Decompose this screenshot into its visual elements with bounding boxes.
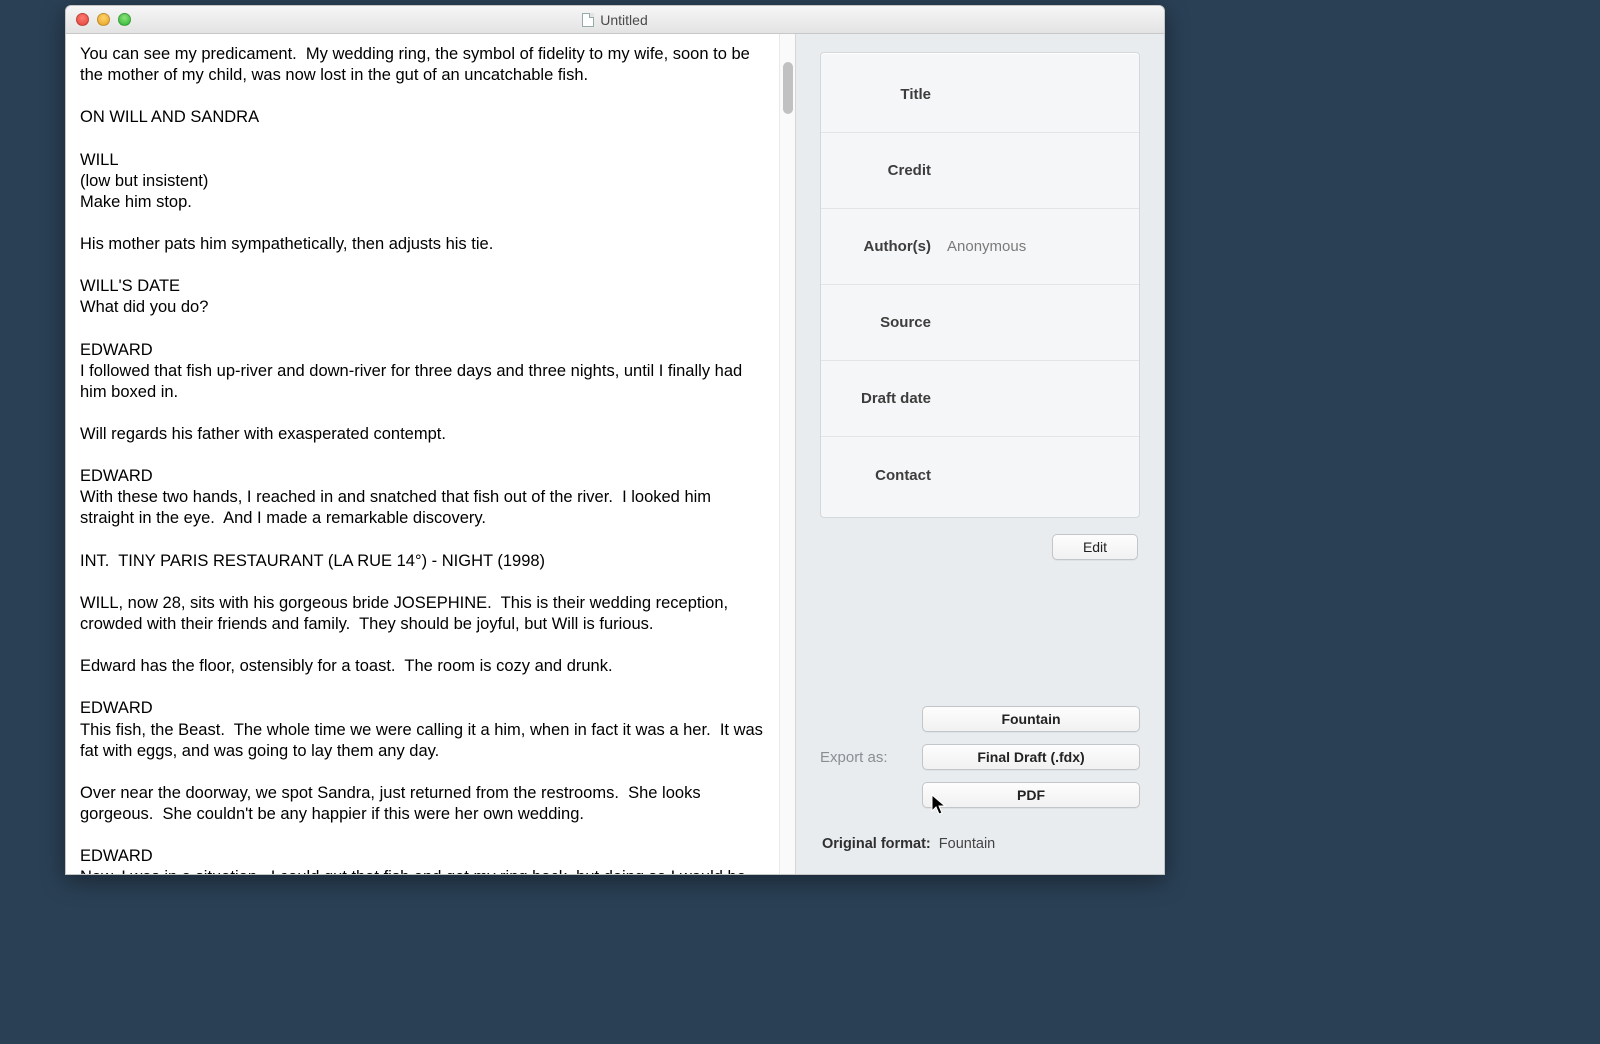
edit-button[interactable]: Edit bbox=[1052, 534, 1138, 560]
meta-value-title[interactable] bbox=[945, 85, 1139, 105]
meta-value-source[interactable] bbox=[945, 313, 1139, 333]
meta-value-draftdate[interactable] bbox=[945, 389, 1139, 409]
metadata-box: Title Credit Author(s) Anonymous Source … bbox=[820, 52, 1140, 518]
original-format: Original format: Fountain bbox=[820, 836, 1140, 852]
traffic-lights bbox=[76, 13, 131, 26]
meta-row-credit: Credit bbox=[821, 133, 1139, 209]
edit-row: Edit bbox=[820, 534, 1140, 560]
scrollbar[interactable] bbox=[779, 34, 795, 874]
meta-row-source: Source bbox=[821, 285, 1139, 361]
export-pdf-button[interactable]: PDF bbox=[922, 782, 1140, 808]
export-section: Export as: Fountain Final Draft (.fdx) P… bbox=[820, 626, 1140, 852]
meta-value-contact[interactable] bbox=[945, 465, 1139, 485]
meta-label-draftdate: Draft date bbox=[821, 390, 945, 407]
script-editor[interactable]: You can see my predicament. My wedding r… bbox=[66, 34, 779, 874]
meta-label-authors: Author(s) bbox=[821, 238, 945, 255]
editor-pane: You can see my predicament. My wedding r… bbox=[66, 34, 796, 874]
window-title: Untitled bbox=[66, 12, 1164, 28]
meta-label-title: Title bbox=[821, 86, 945, 103]
window-title-text: Untitled bbox=[600, 12, 647, 28]
meta-row-title: Title bbox=[821, 57, 1139, 133]
meta-value-credit[interactable] bbox=[945, 161, 1139, 181]
export-as-label: Export as: bbox=[820, 749, 912, 766]
close-icon[interactable] bbox=[76, 13, 89, 26]
meta-value-authors[interactable]: Anonymous bbox=[945, 234, 1139, 259]
document-icon bbox=[582, 13, 594, 27]
meta-label-credit: Credit bbox=[821, 162, 945, 179]
export-buttons: Fountain Final Draft (.fdx) PDF bbox=[922, 706, 1140, 808]
meta-row-authors: Author(s) Anonymous bbox=[821, 209, 1139, 285]
minimize-icon[interactable] bbox=[97, 13, 110, 26]
meta-row-contact: Contact bbox=[821, 437, 1139, 513]
zoom-icon[interactable] bbox=[118, 13, 131, 26]
scrollbar-thumb[interactable] bbox=[783, 62, 793, 114]
app-window: Untitled You can see my predicament. My … bbox=[65, 5, 1165, 875]
export-row: Export as: Fountain Final Draft (.fdx) P… bbox=[820, 706, 1140, 808]
original-format-label: Original format: bbox=[822, 836, 931, 852]
content: You can see my predicament. My wedding r… bbox=[66, 34, 1164, 874]
export-fdx-button[interactable]: Final Draft (.fdx) bbox=[922, 744, 1140, 770]
export-fountain-button[interactable]: Fountain bbox=[922, 706, 1140, 732]
titlebar[interactable]: Untitled bbox=[66, 6, 1164, 34]
original-format-value: Fountain bbox=[939, 836, 995, 852]
metadata-sidebar: Title Credit Author(s) Anonymous Source … bbox=[796, 34, 1164, 874]
meta-label-source: Source bbox=[821, 314, 945, 331]
meta-label-contact: Contact bbox=[821, 467, 945, 484]
meta-row-draftdate: Draft date bbox=[821, 361, 1139, 437]
